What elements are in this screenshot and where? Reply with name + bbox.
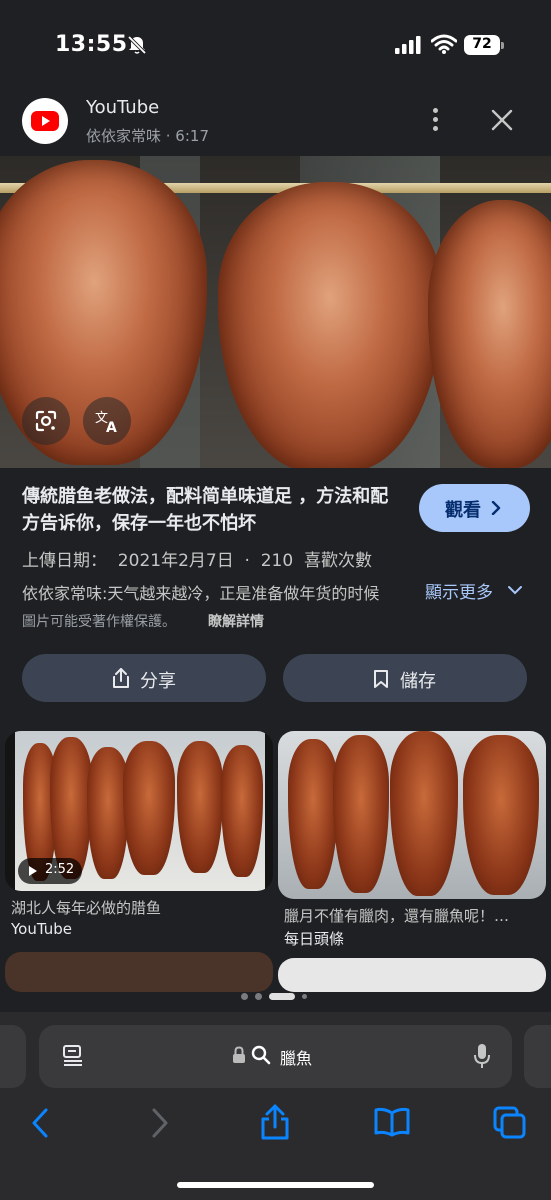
battery-level: 72 xyxy=(472,36,492,52)
result-title[interactable]: 傳統腊鱼老做法，配料简单味道足 ，方法和配方告诉你，保存一年也不怕坏 xyxy=(22,483,406,537)
save-button[interactable]: 儲存 xyxy=(283,654,527,702)
share-button[interactable]: 分享 xyxy=(22,654,266,702)
show-more-link[interactable]: 顯示更多 xyxy=(425,578,493,603)
upload-info: 上傳日期： 2021年2月7日 · 210 喜歡次數 xyxy=(22,551,372,571)
google-lens-icon xyxy=(35,410,57,432)
watch-label: 觀看 xyxy=(445,500,481,521)
microphone-icon[interactable] xyxy=(473,1043,491,1069)
save-label: 儲存 xyxy=(400,671,436,692)
close-icon[interactable] xyxy=(488,106,516,134)
chevron-down-icon[interactable] xyxy=(508,585,522,595)
related-source: 每日頭條 xyxy=(284,930,345,948)
video-duration-badge: 2:52 xyxy=(18,858,82,884)
previous-tab-preview[interactable] xyxy=(0,1025,26,1088)
video-duration: 2:52 xyxy=(45,862,75,877)
source-name[interactable]: YouTube xyxy=(86,97,159,118)
share-label: 分享 xyxy=(140,671,176,692)
status-time: 13:55 xyxy=(55,32,128,57)
play-icon xyxy=(29,866,37,876)
related-title[interactable]: 湖北人每年必做的腊鱼 xyxy=(11,897,273,918)
share-icon[interactable] xyxy=(259,1103,291,1141)
result-image[interactable]: 文 A xyxy=(0,156,551,468)
translate-button[interactable]: 文 A xyxy=(83,397,131,445)
tabs-icon[interactable] xyxy=(493,1106,527,1140)
status-bar: 13:55 72 xyxy=(0,0,551,80)
bookmarks-icon[interactable] xyxy=(374,1107,410,1137)
chevron-right-icon xyxy=(491,501,501,515)
related-source: YouTube xyxy=(11,920,72,938)
silent-bell-icon xyxy=(127,35,147,55)
copyright-notice: 圖片可能受著作權保護。 xyxy=(22,614,176,630)
search-icon xyxy=(251,1045,271,1065)
youtube-logo xyxy=(22,98,68,144)
more-vert-icon[interactable] xyxy=(426,106,446,134)
bookmark-icon xyxy=(374,670,388,688)
related-image[interactable] xyxy=(278,731,546,899)
home-indicator[interactable] xyxy=(177,1182,374,1188)
reader-mode-icon[interactable] xyxy=(61,1044,85,1068)
google-lens-button[interactable] xyxy=(22,397,70,445)
result-source-header: YouTube 依依家常味 · 6:17 xyxy=(0,96,551,154)
next-tab-preview[interactable] xyxy=(524,1025,551,1088)
related-image[interactable] xyxy=(5,952,273,992)
learn-more-link[interactable]: 瞭解詳情 xyxy=(208,611,264,631)
related-title[interactable]: 臘月不僅有臘肉，還有臘魚呢！… xyxy=(284,905,546,926)
cellular-signal-icon xyxy=(395,36,421,54)
address-bar[interactable]: 臘魚 xyxy=(39,1025,512,1088)
search-query: 臘魚 xyxy=(280,1049,313,1068)
back-icon[interactable] xyxy=(30,1106,50,1140)
result-description: 依依家常味:天气越来越冷，正是准备做年货的时候 xyxy=(22,584,380,603)
source-subtitle: 依依家常味 · 6:17 xyxy=(86,127,209,145)
svg-text:A: A xyxy=(106,420,117,433)
wifi-icon xyxy=(431,34,457,54)
translate-icon: 文 A xyxy=(95,411,117,433)
cured-fish-image xyxy=(218,182,442,468)
related-image[interactable] xyxy=(278,958,546,992)
forward-icon[interactable] xyxy=(150,1106,170,1140)
lock-icon xyxy=(233,1046,245,1063)
watch-button[interactable]: 觀看 xyxy=(419,484,530,532)
page-indicator xyxy=(241,993,311,1001)
battery-indicator: 72 xyxy=(464,35,504,55)
share-icon xyxy=(113,668,129,688)
